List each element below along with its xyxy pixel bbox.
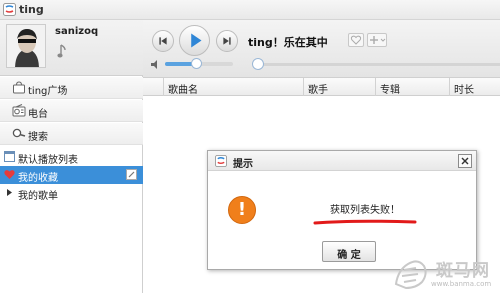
previous-button[interactable] bbox=[152, 30, 174, 52]
player-controls: ting！乐在其中 bbox=[143, 20, 500, 78]
username: sanizoq bbox=[55, 26, 99, 37]
column-header-duration[interactable]: 时长 bbox=[449, 78, 500, 96]
column-header-song[interactable]: 歌曲名 bbox=[163, 78, 285, 96]
edit-icon[interactable] bbox=[126, 169, 137, 180]
volume-icon[interactable] bbox=[151, 60, 161, 69]
ok-button[interactable]: 确 定 bbox=[322, 241, 376, 262]
add-to-list-button[interactable] bbox=[367, 33, 387, 47]
sidebar-item-label: 电台 bbox=[28, 109, 48, 120]
next-button[interactable] bbox=[216, 30, 238, 52]
column-header-artist[interactable]: 歌手 bbox=[303, 78, 377, 96]
warning-icon: ! bbox=[228, 196, 256, 224]
triangle-icon bbox=[7, 189, 12, 196]
sidebar-item-search[interactable]: 搜索 bbox=[0, 123, 143, 145]
sidebar: sanizoq ting广场 电台 搜索 默认播放列表 我的收藏 我的歌单 bbox=[0, 20, 143, 293]
playlist-label: 我的歌单 bbox=[18, 191, 58, 202]
app-title: ting bbox=[19, 3, 44, 16]
sidebar-item-label: ting广场 bbox=[28, 86, 68, 97]
column-header-album[interactable]: 专辑 bbox=[375, 78, 449, 96]
volume-handle[interactable] bbox=[190, 58, 202, 69]
previous-icon bbox=[159, 37, 167, 45]
ting-logo-icon bbox=[215, 155, 227, 167]
heart-icon bbox=[4, 170, 15, 179]
play-button[interactable] bbox=[179, 25, 210, 56]
ting-logo-icon bbox=[3, 3, 16, 16]
playlist-favorites[interactable]: 我的收藏 bbox=[0, 166, 143, 184]
song-table-header: 歌曲名 歌手 专辑 时长 bbox=[143, 78, 500, 96]
next-icon bbox=[223, 37, 231, 45]
playlist-label: 我的收藏 bbox=[18, 173, 58, 184]
dialog-title-bar: 提示 bbox=[208, 151, 476, 171]
playlist-my-songlists[interactable]: 我的歌单 bbox=[0, 184, 143, 202]
radio-icon bbox=[12, 104, 26, 117]
heart-outline-icon bbox=[350, 35, 362, 45]
progress-bar[interactable] bbox=[253, 63, 500, 66]
playlist-label: 默认播放列表 bbox=[18, 155, 78, 166]
red-underline-mark bbox=[313, 219, 417, 225]
sidebar-item-ting-square[interactable]: ting广场 bbox=[0, 77, 143, 99]
favorite-button[interactable] bbox=[348, 33, 364, 47]
search-icon bbox=[12, 128, 26, 138]
playlist-default[interactable]: 默认播放列表 bbox=[0, 148, 143, 166]
title-bar: ting bbox=[0, 0, 500, 20]
bag-icon bbox=[13, 81, 25, 94]
now-playing-title: ting！乐在其中 bbox=[248, 36, 328, 49]
playlist-icon bbox=[4, 151, 15, 162]
dialog-title: 提示 bbox=[233, 159, 253, 170]
sidebar-item-radio[interactable]: 电台 bbox=[0, 100, 143, 122]
plus-icon bbox=[370, 36, 386, 44]
progress-handle[interactable] bbox=[252, 58, 264, 70]
dialog-message: 获取列表失败！ bbox=[330, 205, 400, 216]
sidebar-item-label: 搜索 bbox=[28, 132, 48, 143]
music-note-icon bbox=[57, 44, 66, 58]
watermark-url: www.banma.com bbox=[431, 280, 492, 288]
avatar[interactable] bbox=[6, 24, 46, 68]
play-icon bbox=[191, 33, 202, 48]
close-icon bbox=[461, 157, 469, 165]
watermark-text: 斑马网 bbox=[436, 261, 490, 281]
user-profile: sanizoq bbox=[0, 20, 143, 76]
close-button[interactable] bbox=[458, 154, 472, 168]
